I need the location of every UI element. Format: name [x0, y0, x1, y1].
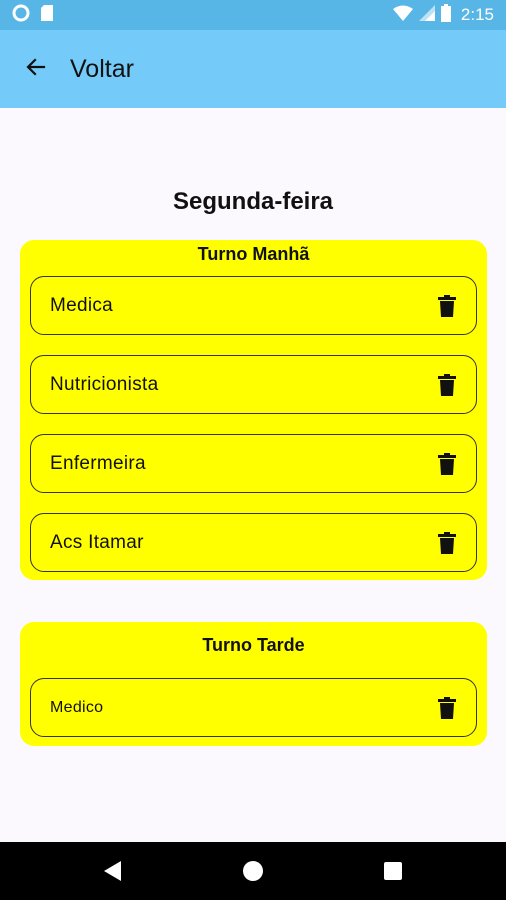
circle-icon — [12, 4, 30, 27]
trash-icon[interactable] — [436, 372, 458, 398]
main-content: Segunda-feira Turno Manhã Medica Nutrici… — [0, 108, 506, 842]
shift-title: Turno Tarde — [202, 635, 305, 655]
list-item[interactable]: Acs Itamar — [30, 513, 477, 572]
back-triangle-icon[interactable] — [98, 856, 128, 886]
shift-card-morning: Turno Manhã Medica Nutricionista Enferme… — [20, 240, 487, 580]
item-label: Nutricionista — [50, 373, 159, 395]
day-title: Segunda-feira — [172, 188, 334, 215]
item-label: Medica — [50, 294, 114, 316]
item-label: Acs Itamar — [50, 531, 144, 553]
app-bar: Voltar — [0, 30, 506, 108]
item-label: Enfermeira — [50, 452, 146, 474]
status-time: 2:15 — [460, 5, 494, 24]
sd-card-icon — [40, 4, 54, 27]
signal-icon — [418, 4, 435, 26]
trash-icon[interactable] — [436, 451, 458, 477]
shift-title: Turno Manhã — [197, 244, 310, 264]
battery-icon — [440, 3, 451, 27]
arrow-left-icon — [24, 55, 48, 84]
trash-icon[interactable] — [436, 695, 458, 721]
list-item[interactable]: Enfermeira — [30, 434, 477, 493]
home-circle-icon[interactable] — [238, 856, 268, 886]
nav-bar — [0, 842, 506, 900]
list-item[interactable]: Medica — [30, 276, 477, 335]
item-label: Medico — [50, 698, 104, 716]
list-item[interactable]: Nutricionista — [30, 355, 477, 414]
shift-card-afternoon: Turno Tarde Medico — [20, 622, 487, 746]
trash-icon[interactable] — [436, 293, 458, 319]
wifi-icon — [392, 5, 413, 26]
recents-square-icon[interactable] — [378, 856, 408, 886]
trash-icon[interactable] — [436, 530, 458, 556]
back-button[interactable] — [22, 55, 50, 83]
status-bar: 2:15 — [0, 0, 506, 30]
app-title: Voltar — [70, 54, 134, 83]
list-item[interactable]: Medico — [30, 678, 477, 737]
